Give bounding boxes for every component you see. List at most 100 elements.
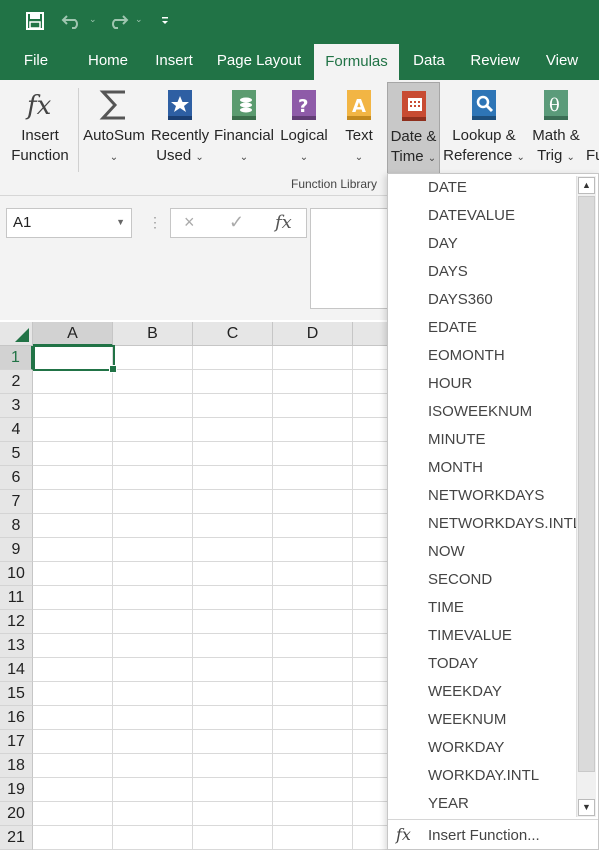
function-item-hour[interactable]: HOUR [428,370,472,398]
function-item-weeknum[interactable]: WEEKNUM [428,706,506,734]
logical-button[interactable]: ? Logical ⌄ [278,82,330,176]
tab-insert[interactable]: Insert [148,42,200,80]
undo-dropdown-icon[interactable]: ⌄ [89,14,97,25]
function-item-weekday[interactable]: WEEKDAY [428,678,502,706]
tab-file[interactable]: File [12,42,60,80]
recently-used-label: Recently [150,127,210,144]
row-header-3[interactable]: 3 [0,394,33,418]
row-header-14[interactable]: 14 [0,658,33,682]
function-item-datevalue[interactable]: DATEVALUE [428,202,515,230]
column-header-c[interactable]: C [193,322,273,346]
row-header-11[interactable]: 11 [0,586,33,610]
name-box-value: A1 [13,214,32,231]
select-all-button[interactable] [0,322,33,346]
function-item-days[interactable]: DAYS [428,258,468,286]
function-item-workday-intl[interactable]: WORKDAY.INTL [428,762,539,790]
chevron-down-icon[interactable]: ▼ [116,217,125,227]
function-item-edate[interactable]: EDATE [428,314,477,342]
calendar-book-icon [401,91,426,121]
column-header-d[interactable]: D [273,322,353,346]
insert-function-button[interactable]: fx Insert Function [6,82,74,176]
row-header-20[interactable]: 20 [0,802,33,826]
tab-page-layout[interactable]: Page Layout [210,42,308,80]
tab-data[interactable]: Data [404,42,454,80]
fx-icon[interactable]: fx [275,212,292,233]
function-item-timevalue[interactable]: TIMEVALUE [428,622,512,650]
function-item-workday[interactable]: WORKDAY [428,734,504,762]
function-item-today[interactable]: TODAY [428,650,478,678]
text-book-icon: A [347,90,371,120]
fx-icon: fx [396,825,411,844]
financial-button[interactable]: Financial ⌄ [213,82,275,176]
save-icon[interactable] [22,8,48,34]
scroll-down-icon[interactable]: ▼ [578,799,595,816]
math-trig-button[interactable]: θ Math & Trig ⌄ [528,82,584,176]
name-box[interactable]: A1 ▼ [6,208,132,238]
row-header-18[interactable]: 18 [0,754,33,778]
function-item-year[interactable]: YEAR [428,790,469,818]
row-header-19[interactable]: 19 [0,778,33,802]
function-item-networkdays[interactable]: NETWORKDAYS [428,482,544,510]
lookup-reference-label-2: Reference [443,147,513,164]
grid-line [352,346,353,850]
drag-handle-icon[interactable]: ⋮ [148,214,162,231]
row-header-10[interactable]: 10 [0,562,33,586]
cancel-icon[interactable]: × [184,212,195,233]
recently-used-button[interactable]: Recently Used ⌄ [150,82,210,176]
function-item-date[interactable]: DATE [428,174,467,202]
row-header-1[interactable]: 1 [0,346,33,370]
function-item-networkdays-intl[interactable]: NETWORKDAYS.INTL [428,510,581,538]
row-header-7[interactable]: 7 [0,490,33,514]
row-header-5[interactable]: 5 [0,442,33,466]
row-header-15[interactable]: 15 [0,682,33,706]
scrollbar-thumb[interactable] [578,196,595,772]
tab-formulas[interactable]: Formulas [314,44,399,80]
tab-view[interactable]: View [536,42,588,80]
more-functions-button[interactable]: Fu [586,82,599,176]
row-header-2[interactable]: 2 [0,370,33,394]
text-button[interactable]: A Text ⌄ [336,82,382,176]
insert-function-menu-item[interactable]: fx Insert Function... [388,819,598,849]
column-header-a[interactable]: A [33,322,113,346]
math-trig-label-2: Trig [537,147,563,164]
row-header-16[interactable]: 16 [0,706,33,730]
row-header-21[interactable]: 21 [0,826,33,850]
redo-dropdown-icon[interactable]: ⌄ [135,14,143,25]
undo-icon[interactable] [58,8,86,34]
enter-icon[interactable]: ✓ [229,212,244,233]
function-item-day[interactable]: DAY [428,230,458,258]
row-header-9[interactable]: 9 [0,538,33,562]
row-header-4[interactable]: 4 [0,418,33,442]
autosum-button[interactable]: AutoSum ⌄ [82,82,146,176]
quick-access-toolbar: ⌄ ⌄ [0,0,599,42]
chevron-down-icon: ⌄ [299,152,309,163]
grid-line [272,346,273,850]
lookup-reference-button[interactable]: Lookup & Reference ⌄ [443,82,525,176]
row-header-13[interactable]: 13 [0,634,33,658]
function-item-month[interactable]: MONTH [428,454,483,482]
row-header-12[interactable]: 12 [0,610,33,634]
row-header-6[interactable]: 6 [0,466,33,490]
active-cell[interactable] [33,345,117,373]
function-item-time[interactable]: TIME [428,594,464,622]
logical-label: Logical [280,127,328,144]
function-item-now[interactable]: NOW [428,538,465,566]
function-item-minute[interactable]: MINUTE [428,426,486,454]
chevron-down-icon: ⌄ [427,153,437,164]
tab-home[interactable]: Home [80,42,136,80]
function-item-eomonth[interactable]: EOMONTH [428,342,505,370]
date-time-button[interactable]: Date & Time ⌄ [387,82,440,176]
fx-icon: fx [25,91,52,121]
tab-review[interactable]: Review [464,42,526,80]
row-header-17[interactable]: 17 [0,730,33,754]
chevron-down-icon: ⌄ [566,152,575,163]
function-item-second[interactable]: SECOND [428,566,492,594]
function-item-days360[interactable]: DAYS360 [428,286,493,314]
scrollbar[interactable]: ▲ ▼ [576,176,596,817]
row-header-8[interactable]: 8 [0,514,33,538]
scroll-up-icon[interactable]: ▲ [578,177,595,194]
redo-icon[interactable] [104,8,132,34]
column-header-b[interactable]: B [113,322,193,346]
customize-icon[interactable] [156,8,174,34]
function-item-isoweeknum[interactable]: ISOWEEKNUM [428,398,532,426]
